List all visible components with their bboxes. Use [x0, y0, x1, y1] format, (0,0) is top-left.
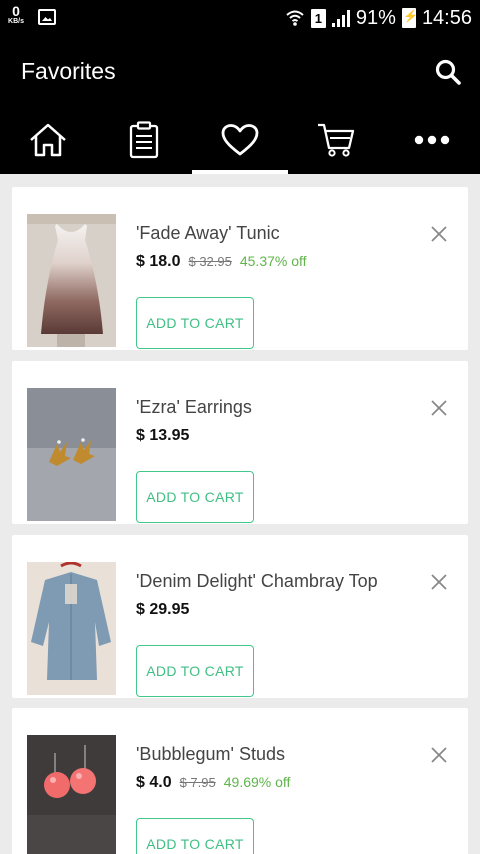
add-to-cart-button[interactable]: ADD TO CART: [136, 818, 254, 854]
product-name[interactable]: 'Fade Away' Tunic: [136, 223, 280, 244]
product-name[interactable]: 'Bubblegum' Studs: [136, 744, 285, 765]
wifi-icon: [286, 10, 304, 26]
sim-icon: 1: [310, 8, 326, 28]
product-image[interactable]: [27, 562, 116, 695]
clock: 14:56: [421, 6, 472, 29]
tab-more[interactable]: [384, 106, 480, 174]
sale-price: $ 18.0: [136, 253, 181, 270]
price-row: $ 13.95: [136, 427, 189, 445]
page-title: Favorites: [21, 58, 116, 84]
add-to-cart-button[interactable]: ADD TO CART: [136, 297, 254, 349]
tab-cart[interactable]: [288, 106, 384, 174]
original-price: $ 32.95: [188, 254, 232, 269]
discount-label: 45.37% off: [239, 253, 307, 269]
close-icon[interactable]: [430, 573, 448, 591]
product-image[interactable]: [27, 735, 116, 854]
clipboard-list-icon: [129, 121, 159, 159]
sale-price: $ 13.95: [136, 427, 190, 444]
tab-orders[interactable]: [96, 106, 192, 174]
sale-price: $ 29.95: [136, 601, 190, 618]
close-icon[interactable]: [430, 399, 448, 417]
close-icon[interactable]: [430, 746, 448, 764]
tab-bar: [0, 106, 480, 174]
product-image[interactable]: [27, 214, 116, 347]
original-price: $ 7.95: [179, 775, 216, 790]
network-speed-value: 0: [12, 3, 20, 19]
app-bar: Favorites: [0, 36, 480, 106]
tab-home[interactable]: [0, 106, 96, 174]
heart-icon: [221, 124, 259, 156]
home-icon: [30, 123, 66, 157]
favorite-item: 'Fade Away' Tunic $ 18.0 $ 32.95 45.37% …: [12, 187, 468, 350]
add-to-cart-button[interactable]: ADD TO CART: [136, 471, 254, 523]
tab-favorites[interactable]: [192, 106, 288, 174]
product-image[interactable]: [27, 388, 116, 521]
status-bar: 0 KB/s 1 91% 14:56: [0, 0, 480, 36]
search-icon[interactable]: [434, 58, 462, 86]
favorite-item: 'Bubblegum' Studs $ 4.0 $ 7.95 49.69% of…: [12, 708, 468, 854]
signal-icon: [331, 9, 350, 27]
discount-label: 49.69% off: [223, 774, 291, 790]
more-icon: [414, 135, 450, 145]
add-to-cart-button[interactable]: ADD TO CART: [136, 645, 254, 697]
price-row: $ 4.0 $ 7.95 49.69% off: [136, 774, 290, 792]
price-row: $ 29.95: [136, 601, 189, 619]
favorites-list[interactable]: 'Fade Away' Tunic $ 18.0 $ 32.95 45.37% …: [0, 174, 480, 854]
cart-icon: [318, 123, 355, 157]
close-icon[interactable]: [430, 225, 448, 243]
gallery-icon: [38, 9, 56, 25]
network-speed-unit: KB/s: [8, 18, 24, 25]
product-name[interactable]: 'Denim Delight' Chambray Top: [136, 571, 378, 592]
status-right-group: 1 91% 14:56: [285, 0, 472, 36]
network-speed: 0 KB/s: [6, 4, 26, 25]
sale-price: $ 4.0: [136, 774, 172, 791]
favorite-item: 'Denim Delight' Chambray Top $ 29.95 ADD…: [12, 535, 468, 698]
battery-percent: 91%: [355, 6, 396, 29]
price-row: $ 18.0 $ 32.95 45.37% off: [136, 253, 307, 271]
battery-charging-icon: [401, 8, 418, 28]
product-name[interactable]: 'Ezra' Earrings: [136, 397, 252, 418]
favorite-item: 'Ezra' Earrings $ 13.95 ADD TO CART: [12, 361, 468, 524]
